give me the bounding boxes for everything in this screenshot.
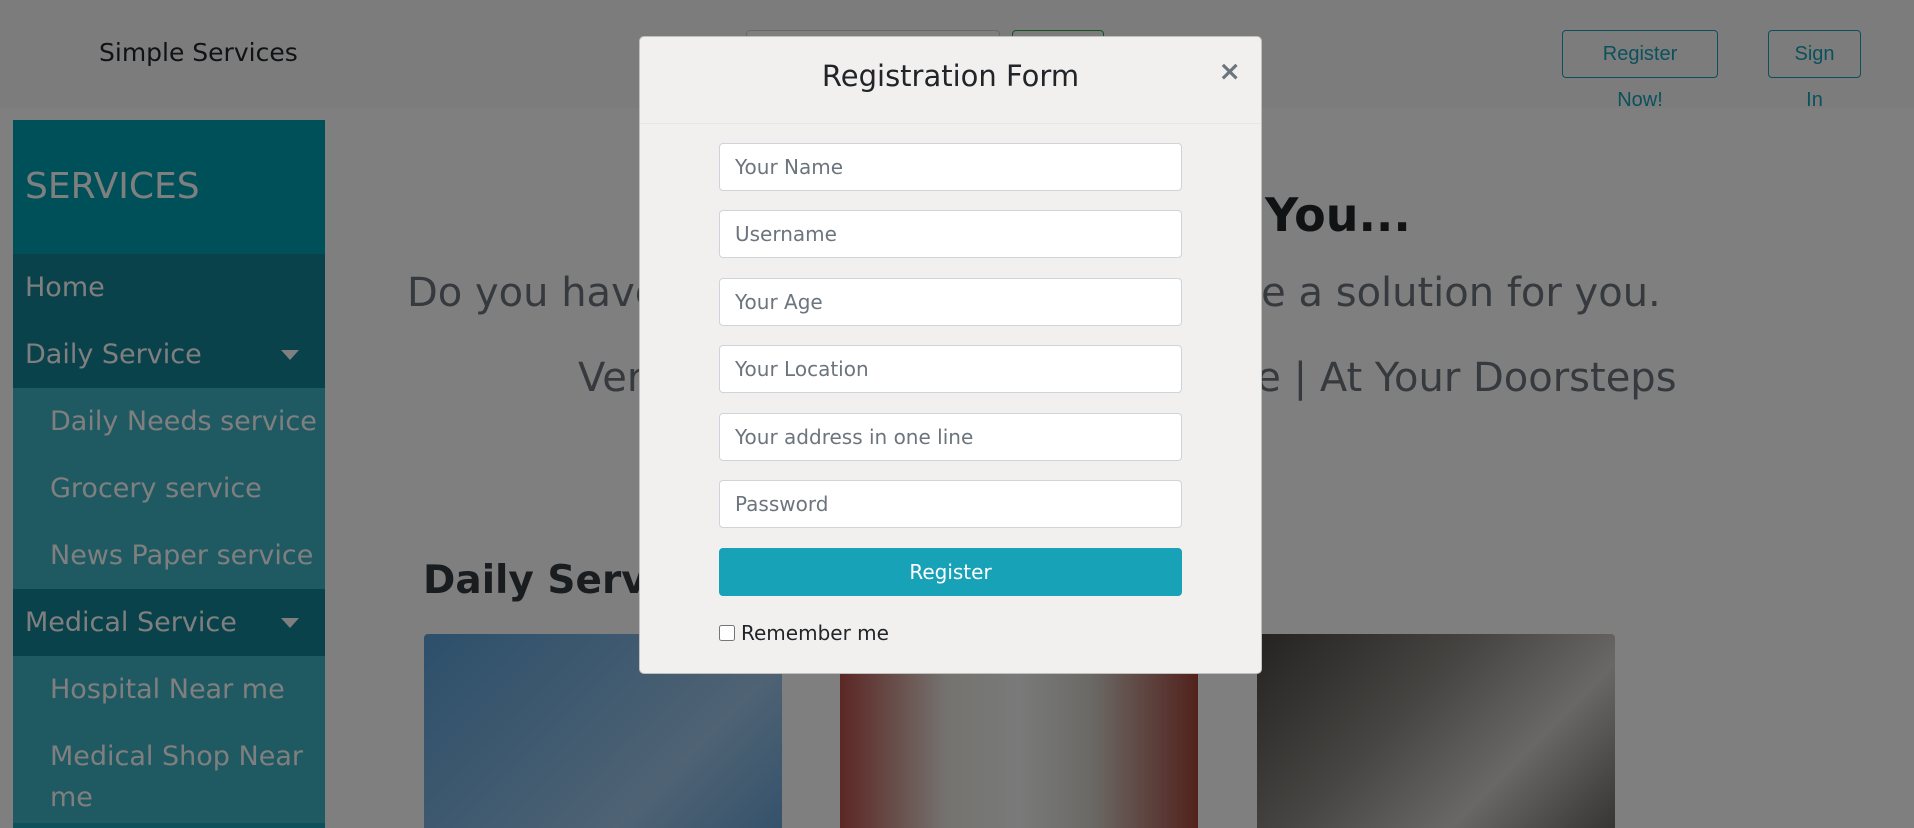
remember-me-label: Remember me bbox=[741, 621, 889, 645]
remember-me[interactable]: Remember me bbox=[719, 621, 889, 645]
registration-modal: Registration Form × Register Remember me bbox=[639, 36, 1262, 674]
modal-header: Registration Form × bbox=[640, 37, 1261, 124]
name-field[interactable] bbox=[719, 143, 1182, 191]
modal-title: Registration Form bbox=[821, 59, 1080, 93]
age-field[interactable] bbox=[719, 278, 1182, 326]
username-field[interactable] bbox=[719, 210, 1182, 258]
address-field[interactable] bbox=[719, 413, 1182, 461]
register-button[interactable]: Register bbox=[719, 548, 1182, 596]
password-field[interactable] bbox=[719, 480, 1182, 528]
location-field[interactable] bbox=[719, 345, 1182, 393]
remember-me-checkbox[interactable] bbox=[719, 625, 735, 641]
close-icon[interactable]: × bbox=[1218, 56, 1241, 87]
